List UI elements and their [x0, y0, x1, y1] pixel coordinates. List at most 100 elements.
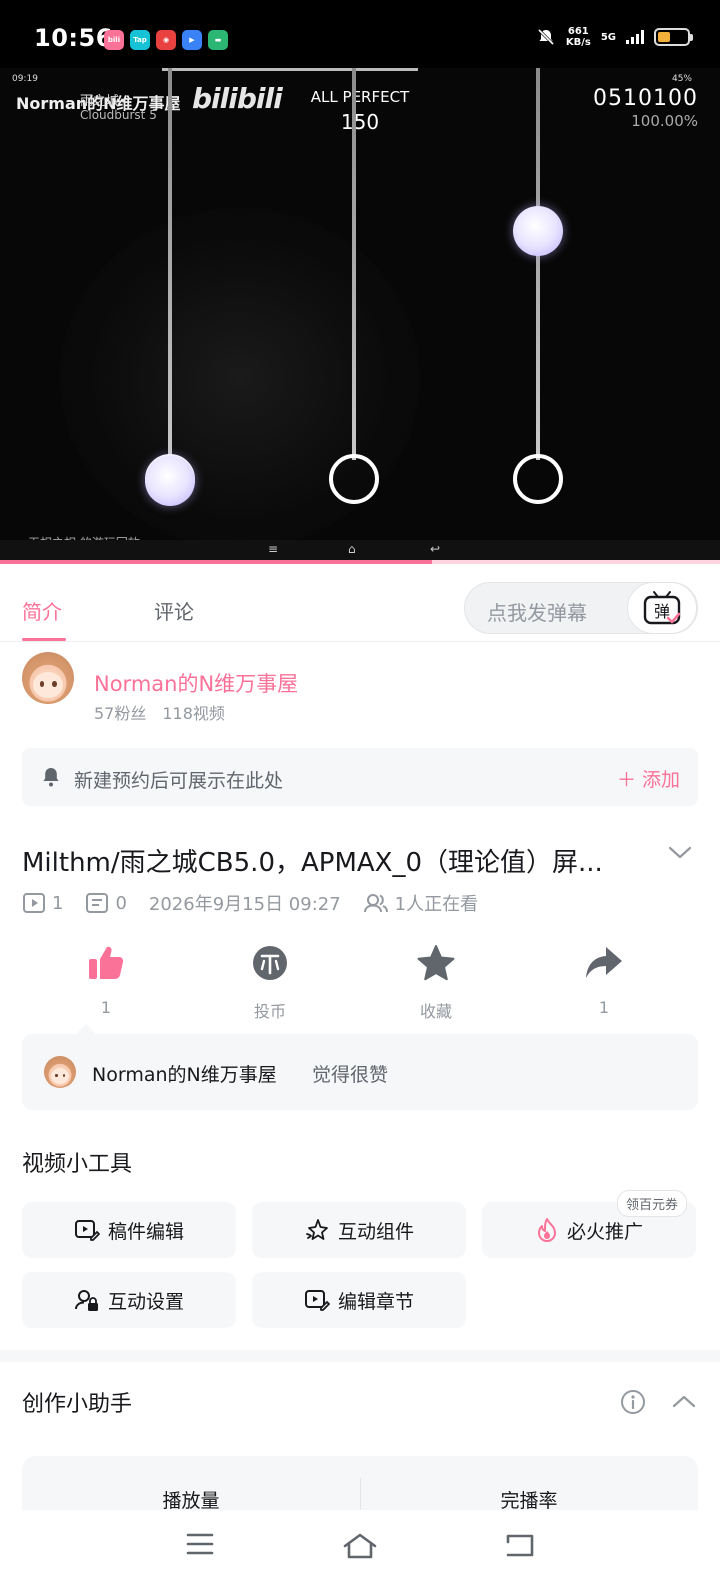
thumbs-up-icon	[89, 946, 124, 979]
player-inner-time: 09:19	[12, 74, 38, 84]
coin-label: 投币	[253, 1002, 286, 1021]
liked-by-suffix: 觉得很赞	[312, 1064, 389, 1086]
favorite-button[interactable]: 收藏	[376, 944, 496, 1022]
play-count: 1	[52, 892, 64, 914]
coin-icon	[253, 946, 287, 980]
wallet-app-icon: ▬	[208, 30, 228, 50]
bilibili-logo: bilibili	[192, 82, 283, 115]
game-note	[145, 456, 195, 506]
player-song-title: 雨之城	[80, 94, 120, 109]
game-note	[513, 206, 563, 256]
status-bar: 10:56 bili Tap ◉ ▶ ▬ 661 KB/s 5G	[0, 0, 720, 68]
share-icon	[586, 947, 622, 978]
uploader-stats: 57粉丝 118视频	[94, 700, 225, 724]
player-song-subtitle: Cloudburst 5	[80, 108, 157, 122]
video-title: Milthm/雨之城CB5.0，APMAX_0（理论值）屏...	[22, 848, 603, 878]
game-lane	[168, 68, 172, 460]
tool-label: 互动设置	[107, 1290, 184, 1313]
tools-section-title: 视频小工具	[22, 1152, 133, 1177]
like-button[interactable]: 1	[46, 944, 166, 1017]
like-count: 1	[100, 998, 112, 1017]
player-inner-status: 45%	[671, 74, 692, 84]
play-count-icon	[23, 893, 45, 913]
sparkle-star-icon	[306, 1219, 328, 1240]
flame-icon	[537, 1218, 556, 1242]
judge-ring	[329, 454, 379, 504]
danmaku-toggle-button[interactable]: 弹	[627, 582, 697, 634]
assistant-section-title: 创作小助手	[22, 1392, 133, 1417]
liked-pointer	[76, 1024, 96, 1034]
bell-icon	[43, 768, 59, 787]
reservation-add-button[interactable]: ＋ 添加	[617, 765, 680, 792]
tool-interactive-component[interactable]: 互动组件	[252, 1202, 466, 1258]
player-judge-text: ALL PERFECT	[310, 88, 410, 106]
action-bar: 1 投币 收藏 1	[0, 944, 720, 1024]
tool-label: 稿件编辑	[107, 1220, 184, 1243]
tool-interaction-settings[interactable]: 互动设置	[22, 1272, 236, 1328]
coupon-badge: 领百元券	[616, 1190, 687, 1217]
danmaku-count-icon	[86, 893, 109, 913]
game-lane	[536, 68, 540, 460]
status-time: 10:56	[34, 24, 113, 52]
share-count: 1	[598, 998, 610, 1017]
publish-date: 2026年9月15日 09:27	[148, 894, 341, 915]
tool-label: 必火推广	[566, 1220, 643, 1243]
reservation-text: 新建预约后可展示在此处	[74, 770, 284, 792]
bell-muted-icon	[537, 28, 554, 46]
player-score: 0510100	[593, 86, 698, 111]
danmaku-placeholder: 点我发弹幕	[487, 601, 587, 625]
tool-label: 互动组件	[337, 1220, 414, 1243]
stat-plays-label: 播放量	[162, 1490, 220, 1512]
favorite-label: 收藏	[419, 1002, 452, 1021]
danmaku-count: 0	[115, 892, 127, 914]
tool-edit-chapters[interactable]: 编辑章节	[252, 1272, 466, 1328]
back-icon[interactable]	[504, 1532, 536, 1558]
tool-label: 编辑章节	[337, 1290, 414, 1313]
bilibili-app-icon: bili	[104, 30, 124, 50]
liked-by-card: Norman的N维万事屋 觉得很赞	[22, 1034, 698, 1110]
uploader-fans: 57粉丝	[94, 704, 147, 723]
signal-icon	[626, 30, 644, 44]
coin-button[interactable]: 投币	[210, 944, 330, 1022]
liked-by-name: Norman的N维万事屋	[92, 1064, 277, 1086]
status-app-icons: bili Tap ◉ ▶ ▬	[104, 30, 228, 50]
net-speed: 661 KB/s	[565, 26, 591, 48]
liked-by-avatar	[44, 1056, 76, 1088]
viewers-icon	[363, 894, 388, 913]
player-inner-navbar: ≡ ⌂ ↩	[0, 540, 720, 560]
home-icon[interactable]	[342, 1532, 378, 1560]
play-app-icon: ▶	[182, 30, 202, 50]
video-player[interactable]: 09:19 45% Norman的N维万事屋 雨之城 Cloudburst 5 …	[0, 68, 720, 564]
tool-edit-submission[interactable]: 稿件编辑	[22, 1202, 236, 1258]
section-divider	[0, 1350, 720, 1362]
battery-icon	[654, 28, 693, 46]
chevron-down-icon[interactable]	[668, 846, 692, 860]
danmaku-input[interactable]: 点我发弹幕 弹	[464, 582, 698, 634]
player-accuracy: 100.00%	[631, 112, 698, 130]
reservation-bar: 新建预约后可展示在此处 ＋ 添加	[22, 748, 698, 806]
star-icon	[417, 945, 455, 981]
watching-count: 1人正在看	[394, 894, 479, 915]
player-combo: 150	[340, 110, 380, 134]
danmaku-icon: 弹	[643, 591, 681, 625]
tab-comments[interactable]: 评论	[154, 596, 194, 625]
user-lock-icon	[74, 1290, 98, 1311]
game-lane	[352, 68, 356, 460]
uploader-avatar[interactable]	[22, 652, 74, 704]
info-icon[interactable]	[620, 1389, 646, 1415]
menu-icon[interactable]	[186, 1532, 214, 1556]
tab-intro[interactable]: 简介	[22, 596, 62, 625]
chevron-up-icon[interactable]	[672, 1394, 696, 1408]
video-meta: 1 0 2026年9月15日 09:27 1人正在看	[22, 890, 478, 916]
video-edit-icon	[74, 1220, 100, 1241]
stat-completion-label: 完播率	[500, 1490, 558, 1512]
system-nav-bar	[0, 1510, 720, 1595]
share-button[interactable]: 1	[544, 944, 664, 1017]
tab-underline	[22, 638, 66, 641]
network-type: 5G	[600, 31, 616, 43]
status-right: 661 KB/s 5G	[536, 26, 693, 48]
video-edit-icon	[304, 1290, 330, 1311]
tap-app-icon: Tap	[130, 30, 150, 50]
uploader-name[interactable]: Norman的N维万事屋	[94, 668, 298, 698]
uploader-video-count: 118视频	[162, 704, 225, 723]
